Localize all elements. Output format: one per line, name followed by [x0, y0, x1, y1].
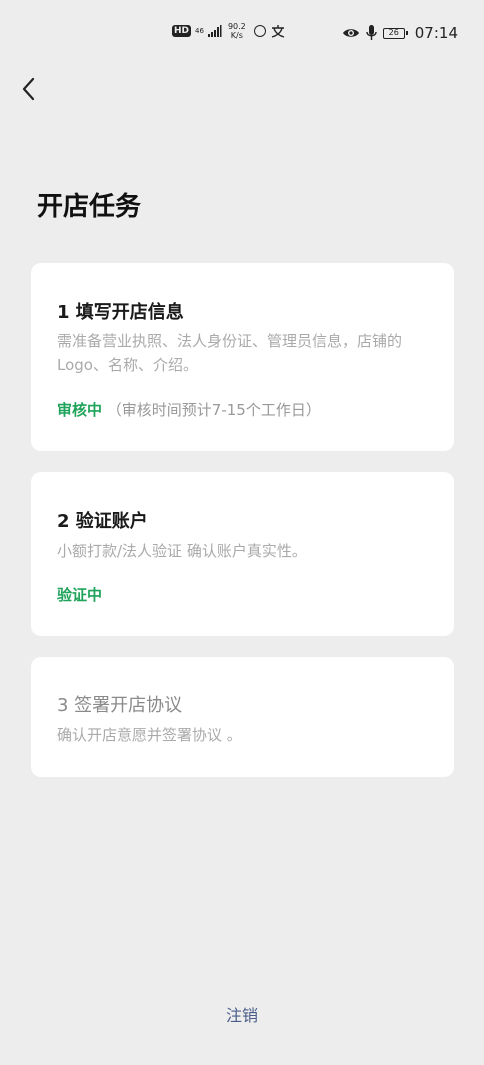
screen: HD 46 90.2 K/s 26 07:14 开店任务 1 填写开店信息 需准… — [0, 0, 484, 1065]
signal-icon — [207, 25, 222, 37]
status-bar-left: HD 46 90.2 K/s — [172, 22, 286, 40]
eye-icon — [342, 29, 359, 37]
status-badge: 审核中 — [57, 401, 103, 419]
page-title: 开店任务 — [37, 192, 142, 222]
network-type: 46 — [195, 27, 204, 35]
clock: 07:14 — [414, 24, 458, 42]
circle-icon — [253, 25, 266, 37]
status-badge: 验证中 — [57, 586, 103, 604]
task-card-verify-account[interactable]: 2 验证账户 小额打款/法人验证 确认账户真实性。 验证中 — [31, 472, 454, 636]
task-description: 确认开店意愿并签署协议 。 — [57, 726, 242, 744]
status-bar-right: 26 07:14 — [342, 24, 458, 42]
network-speed-unit: K/s — [230, 31, 243, 40]
back-button[interactable] — [16, 74, 44, 104]
task-card-fill-info[interactable]: 1 填写开店信息 需准备营业执照、法人身份证、管理员信息，店铺的Logo、名称、… — [31, 263, 454, 451]
task-description: 小额打款/法人验证 确认账户真实性。 — [57, 542, 307, 560]
translate-icon — [271, 25, 284, 38]
task-title: 2 验证账户 — [57, 511, 148, 532]
hd-badge: HD — [172, 25, 192, 37]
task-status-line: 验证中 — [57, 584, 102, 605]
task-description: 需准备营业执照、法人身份证、管理员信息，店铺的Logo、名称、介绍。 — [57, 332, 403, 374]
battery-icon: 26 — [382, 27, 408, 39]
status-bar: HD 46 90.2 K/s 26 07:14 — [0, 0, 484, 72]
network-speed: 90.2 K/s — [228, 22, 246, 40]
logout-button[interactable]: 注销 — [0, 1002, 484, 1026]
task-card-sign-agreement[interactable]: 3 签署开店协议 确认开店意愿并签署协议 。 — [31, 657, 454, 777]
microphone-icon — [366, 25, 377, 40]
status-note: （审核时间预计7-15个工作日） — [106, 401, 321, 419]
battery-level: 26 — [388, 27, 399, 37]
network-speed-value: 90.2 — [227, 22, 246, 31]
task-status-line: 审核中 （审核时间预计7-15个工作日） — [57, 399, 321, 420]
task-title: 1 填写开店信息 — [57, 302, 184, 323]
task-title: 3 签署开店协议 — [57, 695, 183, 716]
chevron-left-icon — [22, 77, 35, 101]
